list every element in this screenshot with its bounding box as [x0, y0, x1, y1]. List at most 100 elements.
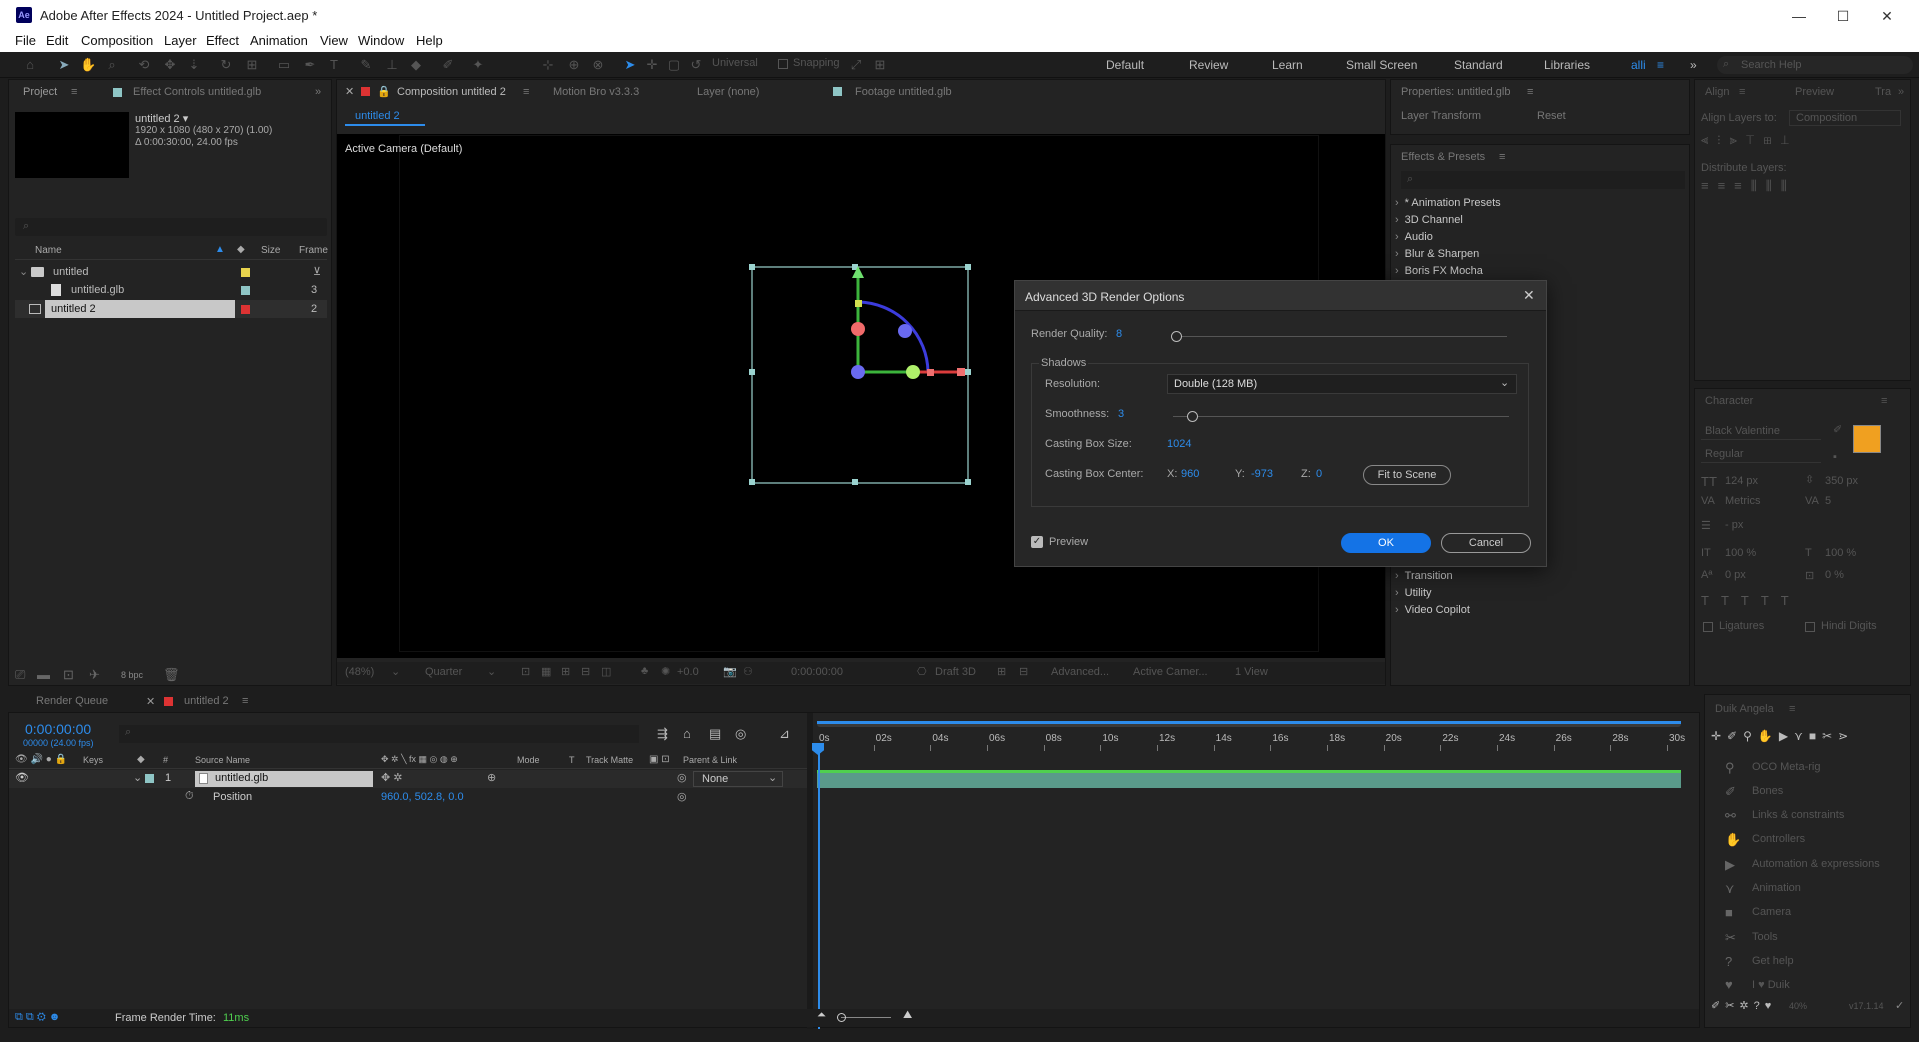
panel-overflow-icon[interactable]: »: [315, 86, 321, 98]
duik-item-help[interactable]: Get help: [1752, 955, 1794, 967]
effects-menu-icon[interactable]: ≡: [1499, 151, 1505, 163]
ok-button[interactable]: OK: [1341, 533, 1431, 553]
pen-tool-icon[interactable]: ✒: [302, 57, 318, 73]
zoom-in-icon[interactable]: ⛰: [903, 1009, 912, 1022]
eraser-tool-icon[interactable]: ◆: [408, 57, 424, 73]
duik-item-automation[interactable]: Automation & expressions: [1752, 858, 1880, 870]
current-time-indicator[interactable]: [818, 749, 820, 1029]
new-folder-icon[interactable]: ▬: [37, 667, 50, 682]
stopwatch-icon[interactable]: ⏱: [185, 790, 194, 803]
project-item-comp[interactable]: untitled 2 2: [15, 300, 327, 318]
minimize-icon[interactable]: —: [1779, 4, 1819, 28]
reset-link[interactable]: Reset: [1537, 110, 1566, 122]
column-source-name[interactable]: Source Name: [195, 755, 250, 765]
channel-icon[interactable]: ◫: [601, 665, 611, 678]
properties-title[interactable]: Properties: untitled.glb: [1401, 86, 1510, 98]
home-icon[interactable]: ⌂: [22, 57, 38, 73]
frame-blend-icon[interactable]: ▤: [709, 726, 721, 742]
character-menu-icon[interactable]: ≡: [1881, 395, 1887, 407]
zoom-tool-icon[interactable]: ⌕: [104, 57, 120, 73]
anchor-tool-icon[interactable]: ⊞: [244, 57, 260, 73]
column-name[interactable]: Name: [35, 245, 62, 256]
align-menu-icon[interactable]: ≡: [1739, 86, 1745, 98]
baseline-value[interactable]: 0 px: [1725, 569, 1746, 581]
horizontal-scale-value[interactable]: 100 %: [1825, 547, 1856, 559]
position-property-row[interactable]: ⏱ Position 960.0, 502.8, 0.0 ◎: [9, 789, 809, 807]
menu-view[interactable]: View: [320, 33, 348, 48]
workspace-libraries[interactable]: Libraries: [1544, 58, 1590, 72]
exposure-value[interactable]: +0.0: [677, 666, 699, 678]
region-icon[interactable]: ⊡: [521, 665, 530, 678]
tab-render-queue[interactable]: Render Queue: [36, 695, 108, 707]
duik-item-oco[interactable]: OCO Meta-rig: [1752, 761, 1820, 773]
exposure-icon[interactable]: ✺: [661, 665, 670, 678]
kerning-value[interactable]: Metrics: [1725, 495, 1760, 507]
render-quality-slider[interactable]: [1171, 331, 1182, 342]
duik-item-tools[interactable]: Tools: [1752, 931, 1778, 943]
distribute-buttons-row[interactable]: ≡≡≡⫼⫼⫼: [1701, 178, 1796, 194]
maximize-icon[interactable]: ☐: [1823, 4, 1863, 28]
bpc-label[interactable]: 8 bpc: [121, 670, 143, 680]
tab-layer[interactable]: Layer (none): [697, 86, 759, 98]
brush-tool-icon[interactable]: ✎: [358, 57, 374, 73]
menu-effect[interactable]: Effect: [206, 33, 239, 48]
column-frame[interactable]: Frame: [299, 245, 328, 256]
effect-category-audio[interactable]: Audio: [1395, 231, 1433, 243]
project-tab-menu-icon[interactable]: ≡: [71, 86, 77, 98]
draft-3d-icon[interactable]: ⌂: [683, 726, 691, 741]
view-count-dropdown[interactable]: 1 View: [1235, 666, 1268, 678]
type-tool-icon[interactable]: T: [326, 57, 342, 73]
panel-overflow-icon[interactable]: »: [1898, 86, 1904, 98]
effect-category-blur-sharpen[interactable]: Blur & Sharpen: [1395, 248, 1480, 260]
puppet-tool-icon[interactable]: ✦: [470, 57, 486, 73]
align-buttons-row[interactable]: ⫷⫶⫸⊤⊞⊥: [1701, 132, 1798, 148]
casting-size-value[interactable]: 1024: [1167, 438, 1191, 450]
close-icon[interactable]: ✕: [1867, 4, 1907, 28]
effect-category-animation-presets[interactable]: * Animation Presets: [1395, 197, 1501, 209]
duik-item-animation[interactable]: Animation: [1752, 882, 1801, 894]
show-snapshot-icon[interactable]: ⚇: [743, 665, 753, 678]
duik-title[interactable]: Duik Angela: [1715, 703, 1774, 715]
project-item-folder[interactable]: ⌄ untitled ⊻: [15, 263, 327, 281]
renderer-button[interactable]: Draft 3D: [935, 666, 976, 678]
effect-category-boris-fx-mocha[interactable]: Boris FX Mocha: [1395, 265, 1483, 277]
interpret-footage-icon[interactable]: ⎚: [15, 667, 25, 683]
tab-align[interactable]: Align: [1705, 86, 1729, 98]
character-title[interactable]: Character: [1705, 395, 1753, 407]
universal-tool-icon[interactable]: ➤: [622, 57, 638, 73]
camera-dropdown[interactable]: Active Camer...: [1133, 666, 1208, 678]
clone-tool-icon[interactable]: ⊥: [384, 57, 400, 73]
tab-preview[interactable]: Preview: [1795, 86, 1834, 98]
project-selected-name[interactable]: untitled 2 ▾: [135, 112, 188, 125]
snap-icon[interactable]: ⤢: [848, 57, 864, 73]
comp-subtab[interactable]: untitled 2: [345, 108, 425, 126]
tracking-value[interactable]: 5: [1825, 495, 1831, 507]
current-time[interactable]: 0:00:00:00: [791, 666, 843, 678]
duik-menu-icon[interactable]: ≡: [1789, 703, 1795, 715]
casting-center-z[interactable]: 0: [1316, 468, 1322, 480]
roto-brush-icon[interactable]: ✐: [440, 57, 456, 73]
advanced-dropdown[interactable]: Advanced...: [1051, 666, 1109, 678]
project-tab[interactable]: Project: [23, 86, 57, 98]
stroke-width-value[interactable]: - px: [1725, 519, 1743, 531]
vertical-scale-value[interactable]: 100 %: [1725, 547, 1756, 559]
smoothness-value[interactable]: 3: [1118, 408, 1124, 420]
effect-controls-tab[interactable]: Effect Controls untitled.glb: [133, 86, 261, 98]
duik-item-bones[interactable]: Bones: [1752, 785, 1783, 797]
workspace-review[interactable]: Review: [1189, 58, 1228, 72]
disclosure-icon[interactable]: ⌄: [133, 771, 142, 784]
duik-footer-icons[interactable]: ✐✂✲?♥: [1711, 999, 1776, 1012]
transparency-icon[interactable]: ▦: [541, 665, 551, 678]
local-axis-icon[interactable]: ⊹: [540, 57, 556, 73]
draft-icon[interactable]: ⎔: [917, 665, 927, 678]
color-icon[interactable]: ♣: [641, 665, 648, 677]
column-track-matte[interactable]: Track Matte: [586, 755, 633, 765]
menu-animation[interactable]: Animation: [250, 33, 308, 48]
lock-icon[interactable]: 🔒: [377, 85, 391, 98]
workspace-default[interactable]: Default: [1106, 58, 1144, 72]
smoothness-track[interactable]: [1173, 416, 1509, 417]
tab-footage[interactable]: Footage untitled.glb: [855, 86, 952, 98]
playhead-handle[interactable]: [812, 743, 824, 755]
duik-item-controllers[interactable]: Controllers: [1752, 833, 1805, 845]
effect-category-video-copilot[interactable]: Video Copilot: [1395, 604, 1470, 616]
